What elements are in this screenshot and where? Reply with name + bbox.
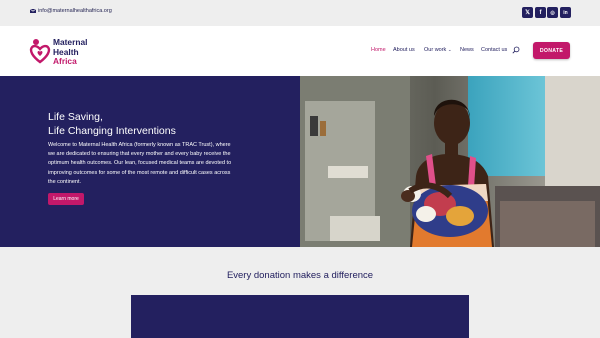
email-text[interactable]: info@maternalhealthafrica.org xyxy=(38,8,112,14)
hero-title: Life Saving, Life Changing Interventions xyxy=(48,111,176,138)
donation-media-block xyxy=(131,295,469,338)
hero-title-line-1: Life Saving, xyxy=(48,111,103,123)
linkedin-icon[interactable]: in xyxy=(560,7,571,18)
instagram-icon[interactable]: ◎ xyxy=(547,7,558,18)
site-header: Maternal Health Africa Home About us Our… xyxy=(0,26,600,76)
hero-photo xyxy=(300,76,600,247)
hero-description: Welcome to Maternal Health Africa (forme… xyxy=(48,142,232,185)
nav-home[interactable]: Home xyxy=(371,47,386,53)
nav-our-work-label: Our work xyxy=(424,47,447,53)
hero-panel: Life Saving, Life Changing Interventions… xyxy=(0,76,300,247)
contact-email[interactable]: info@maternalhealthafrica.org xyxy=(30,8,112,14)
top-bar: info@maternalhealthafrica.org 𝕏 f ◎ in xyxy=(0,0,600,26)
facebook-icon[interactable]: f xyxy=(535,7,546,18)
logo-text[interactable]: Maternal Health Africa xyxy=(53,37,87,67)
search-icon[interactable] xyxy=(512,46,520,54)
nav-news[interactable]: News xyxy=(460,47,474,53)
learn-more-button[interactable]: Learn more xyxy=(48,193,84,205)
heart-logo-icon[interactable] xyxy=(29,38,51,64)
chevron-down-icon: ⌄ xyxy=(447,47,452,52)
nav-about[interactable]: About us xyxy=(393,47,415,53)
hero-title-line-2: Life Changing Interventions xyxy=(48,124,176,137)
nav-contact[interactable]: Contact us xyxy=(481,47,507,53)
x-icon[interactable]: 𝕏 xyxy=(522,7,533,18)
mother-baby-image xyxy=(300,76,600,247)
section-title: Every donation makes a difference xyxy=(226,270,374,281)
logo-line-3: Africa xyxy=(53,56,77,66)
nav-our-work[interactable]: Our work ⌄ xyxy=(424,47,452,53)
envelope-icon xyxy=(30,9,36,13)
donate-button[interactable]: DONATE xyxy=(533,42,570,59)
